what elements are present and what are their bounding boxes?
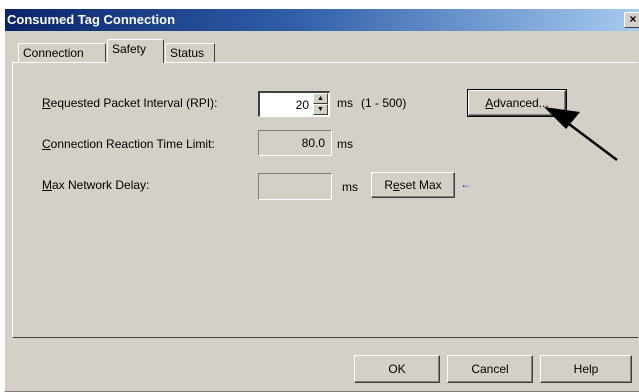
annotation-arrow-line [564,120,618,161]
tab-safety[interactable]: Safety [107,39,164,63]
annotation-arrow-icon [544,107,618,161]
annotation-arrow-head [544,107,580,129]
